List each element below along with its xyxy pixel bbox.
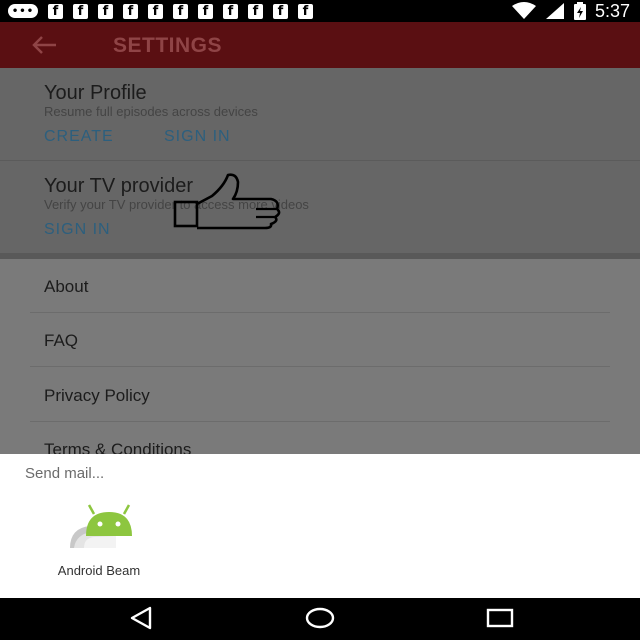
android-beam-icon (70, 504, 132, 548)
tv-provider-title: Your TV provider (44, 175, 193, 197)
status-bar: ••• f f f f f f f f f f f 5:37 (0, 0, 640, 22)
facebook-icon: f (173, 3, 188, 19)
menu-item-faq[interactable]: FAQ (44, 331, 78, 351)
signal-icon (545, 3, 564, 19)
facebook-icon: f (298, 3, 313, 19)
status-icons: 5:37 (511, 0, 630, 21)
tv-provider-sign-in-link[interactable]: SIGN IN (44, 221, 111, 239)
facebook-icon: f (273, 3, 288, 19)
back-triangle-icon[interactable] (126, 606, 156, 630)
divider (30, 312, 610, 313)
share-target-label: Android Beam (57, 563, 141, 578)
notification-icons: ••• f f f f f f f f f f f (8, 3, 313, 19)
facebook-icon: f (198, 3, 213, 19)
facebook-icon: f (73, 3, 88, 19)
profile-sign-in-link[interactable]: SIGN IN (164, 128, 231, 146)
share-sheet-title: Send mail... (25, 465, 105, 482)
divider (30, 366, 610, 367)
menu-item-privacy-policy[interactable]: Privacy Policy (44, 386, 150, 406)
share-sheet: Send mail... Android Beam (0, 454, 640, 598)
menu-item-about[interactable]: About (44, 277, 88, 297)
messages-icon: ••• (8, 4, 38, 18)
battery-charging-icon (573, 2, 586, 20)
navigation-bar (0, 598, 640, 640)
page-title: SETTINGS (113, 34, 223, 57)
clock: 5:37 (594, 0, 630, 21)
profile-subtitle: Resume full episodes across devices (44, 104, 258, 119)
facebook-icon: f (123, 3, 138, 19)
wifi-icon (511, 2, 536, 19)
divider (0, 160, 640, 161)
facebook-icon: f (223, 3, 238, 19)
facebook-icon: f (48, 3, 63, 19)
share-target-android-beam[interactable]: Android Beam (40, 502, 158, 582)
section-divider (0, 253, 640, 259)
facebook-icon: f (98, 3, 113, 19)
facebook-icon: f (148, 3, 163, 19)
profile-title: Your Profile (44, 82, 147, 104)
thumbs-up-icon (173, 173, 281, 230)
arrow-left-icon[interactable] (30, 34, 60, 56)
recents-square-icon[interactable] (485, 606, 515, 630)
create-profile-link[interactable]: CREATE (44, 128, 114, 146)
divider (30, 421, 610, 422)
toolbar: SETTINGS (0, 22, 640, 68)
home-circle-icon[interactable] (304, 606, 336, 630)
facebook-icon: f (248, 3, 263, 19)
